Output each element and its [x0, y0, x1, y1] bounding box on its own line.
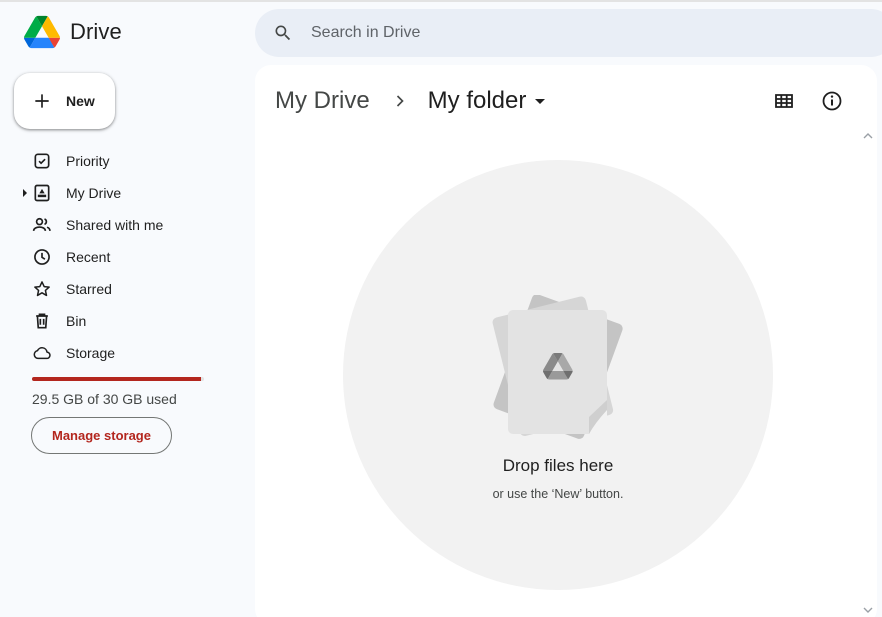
- scroll-down-arrow-icon[interactable]: [863, 605, 873, 615]
- breadcrumb-current-folder[interactable]: My folder: [428, 87, 547, 115]
- sidebar-item-recent[interactable]: Recent: [0, 241, 240, 273]
- sidebar-item-starred[interactable]: Starred: [0, 273, 240, 305]
- new-button-label: New: [66, 93, 95, 109]
- sidebar-item-label: Shared with me: [66, 217, 164, 233]
- storage-used-text: 29.5 GB of 30 GB used: [32, 391, 177, 407]
- shared-icon: [32, 217, 51, 231]
- scroll-up-arrow-icon[interactable]: [863, 131, 873, 141]
- grid-view-icon[interactable]: [772, 89, 796, 113]
- drive-logo[interactable]: Drive: [24, 15, 122, 49]
- sidebar-item-shared[interactable]: Shared with me: [0, 209, 240, 241]
- sidebar-item-my-drive[interactable]: My Drive: [0, 177, 240, 209]
- dropdown-arrow-icon: [535, 99, 546, 104]
- search-input[interactable]: [311, 24, 711, 42]
- sidebar-item-bin[interactable]: Bin: [0, 305, 240, 337]
- sidebar-item-label: My Drive: [66, 185, 122, 201]
- app-name: Drive: [70, 19, 122, 44]
- bin-icon: [36, 313, 48, 329]
- search-icon[interactable]: [273, 23, 293, 43]
- clock-icon: [34, 249, 50, 265]
- sidebar-item-priority[interactable]: Priority: [0, 145, 240, 177]
- expand-caret-icon[interactable]: [22, 189, 28, 197]
- priority-icon: [34, 153, 50, 169]
- star-icon: [34, 281, 50, 297]
- sidebar-item-label: Starred: [66, 281, 112, 297]
- my-drive-icon: [34, 184, 50, 202]
- drive-logo-icon: [24, 15, 60, 49]
- top-border: [0, 0, 882, 2]
- search-bar[interactable]: [255, 9, 882, 57]
- current-folder-label: My folder: [427, 87, 527, 114]
- sidebar-item-label: Bin: [66, 313, 87, 329]
- empty-state-title: Drop files here: [502, 456, 614, 475]
- cloud-icon: [33, 347, 51, 360]
- empty-folder-illustration: [492, 295, 623, 439]
- plus-icon: [35, 94, 49, 108]
- manage-storage-button[interactable]: Manage storage: [31, 417, 172, 454]
- info-icon[interactable]: [820, 89, 844, 113]
- empty-state-subtitle: or use the ‘New’ button.: [492, 487, 624, 501]
- sidebar-nav: Priority My Drive Shared with me Recent: [0, 145, 240, 369]
- sidebar-item-label: Priority: [66, 153, 110, 169]
- sidebar-item-label: Recent: [66, 249, 111, 265]
- chevron-right-icon: [396, 95, 404, 107]
- storage-progress-bar: [32, 377, 204, 381]
- new-button[interactable]: New: [14, 73, 115, 129]
- main-panel: My Drive My folder Drop files here or us…: [255, 65, 877, 617]
- breadcrumb: My Drive My folder: [275, 85, 546, 117]
- storage-progress-fill: [32, 377, 202, 381]
- sidebar-item-storage[interactable]: Storage: [0, 337, 240, 369]
- breadcrumb-my-drive[interactable]: My Drive: [275, 87, 370, 115]
- sidebar-item-label: Storage: [66, 345, 116, 361]
